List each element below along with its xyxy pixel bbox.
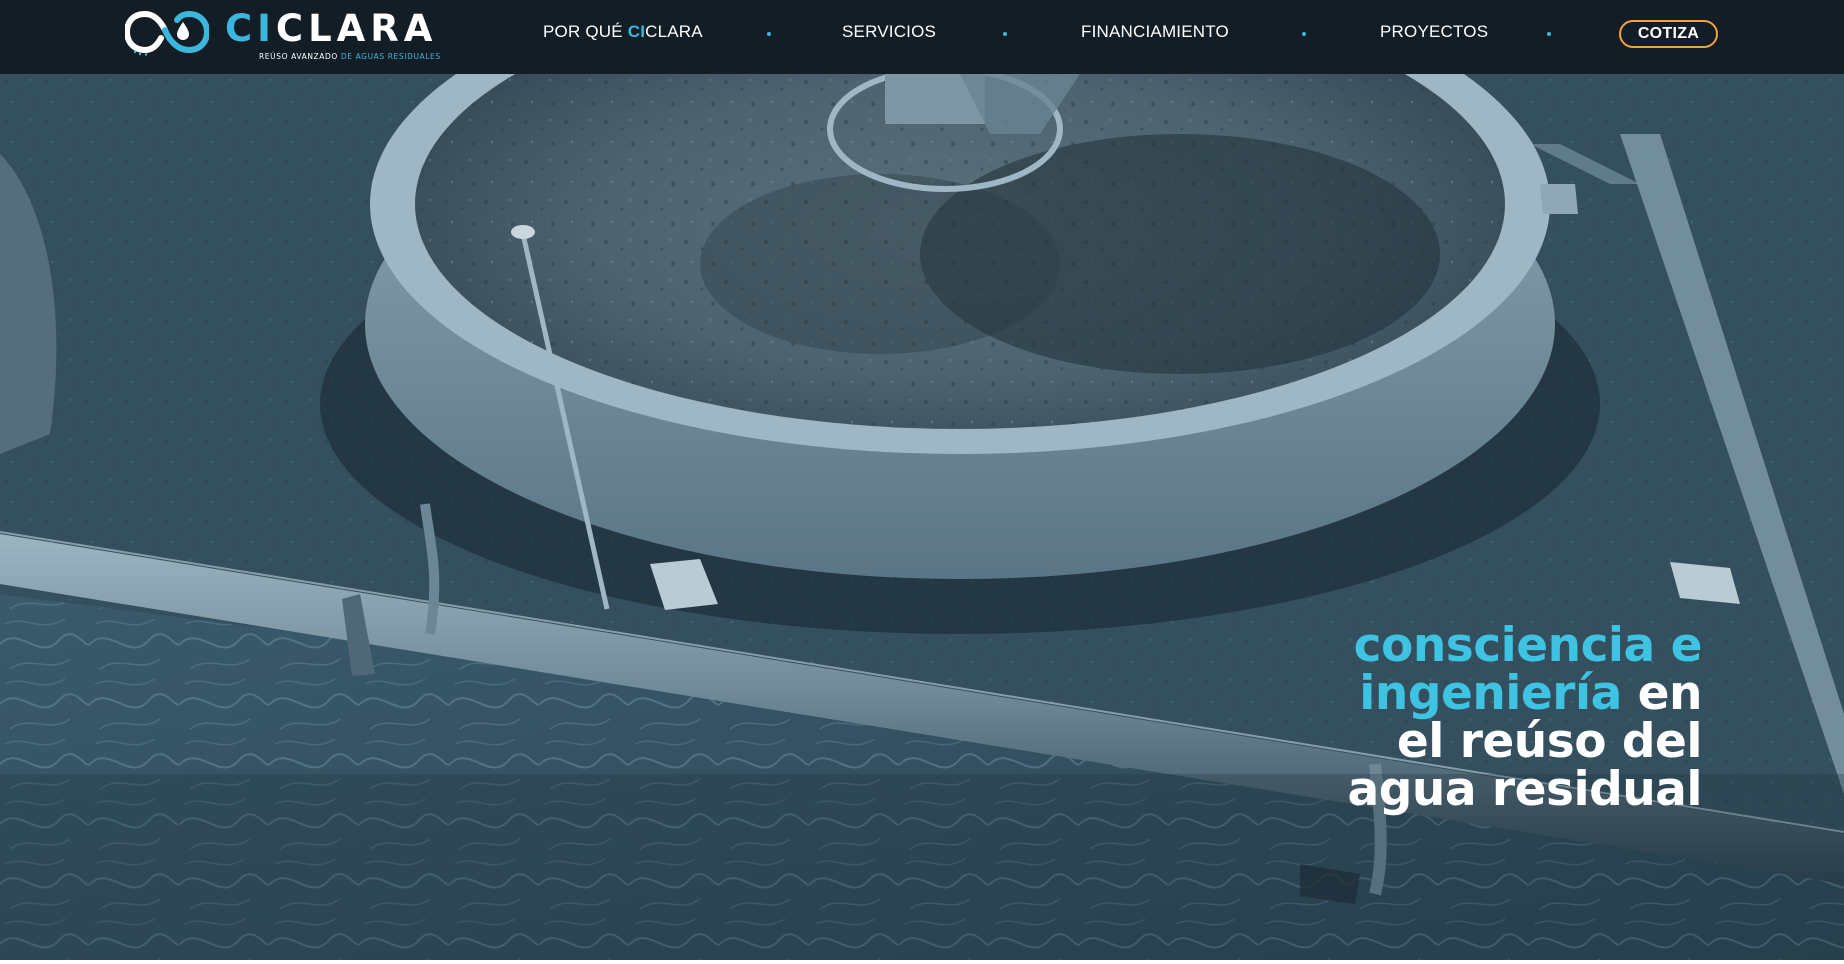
nav-item-financiamiento[interactable]: FINANCIAMIENTO xyxy=(1081,22,1229,46)
nav-label-highlight: CI xyxy=(627,22,646,41)
nav-separator-dot xyxy=(1547,32,1551,36)
brand-name-rest: CLARA xyxy=(275,7,438,50)
nav-separator-dot xyxy=(1302,32,1306,36)
site-header: CICLARA REÚSO AVANZADO DE AGUAS RESIDUAL… xyxy=(0,0,1844,74)
brand-tagline-part1: REÚSO AVANZADO xyxy=(259,52,338,61)
nav-separator-dot xyxy=(767,32,771,36)
headline-line-1: consciencia e xyxy=(1353,618,1703,673)
headline-line-2-accent: ingeniería xyxy=(1359,666,1622,721)
water-cycle-logo-icon xyxy=(125,10,209,56)
headline-line-4: agua residual xyxy=(1347,762,1703,817)
ciclara-logo[interactable]: CICLARA REÚSO AVANZADO DE AGUAS RESIDUAL… xyxy=(125,8,440,64)
hero-section: consciencia e ingeniería en el reúso del… xyxy=(0,74,1844,964)
brand-name-accent: CI xyxy=(225,7,276,50)
bottom-divider xyxy=(0,960,1844,964)
nav-separator-dot xyxy=(1003,32,1007,36)
page: CICLARA REÚSO AVANZADO DE AGUAS RESIDUAL… xyxy=(0,0,1844,964)
headline-line-3: el reúso del xyxy=(1396,714,1703,769)
nav-item-proyectos[interactable]: PROYECTOS xyxy=(1380,22,1488,46)
nav-item-por-que-ciclara[interactable]: POR QUÉ CICLARA xyxy=(543,22,703,46)
nav-label-post: CLARA xyxy=(645,22,703,41)
nav-item-servicios[interactable]: SERVICIOS xyxy=(842,22,936,46)
hero-background-image xyxy=(0,74,1844,964)
hero-headline: consciencia e ingeniería en el reúso del… xyxy=(1142,618,1703,817)
brand-wordmark: CICLARA xyxy=(225,10,437,47)
nav-label-pre: POR QUÉ xyxy=(543,22,628,41)
headline-line-2-white: en xyxy=(1621,666,1703,721)
brand-tagline-part2: DE AGUAS RESIDUALES xyxy=(340,52,441,61)
cotiza-button[interactable]: COTIZA xyxy=(1619,20,1718,48)
brand-tagline: REÚSO AVANZADO DE AGUAS RESIDUALES xyxy=(259,52,441,61)
headline-line-2: ingeniería en xyxy=(1142,670,1702,718)
